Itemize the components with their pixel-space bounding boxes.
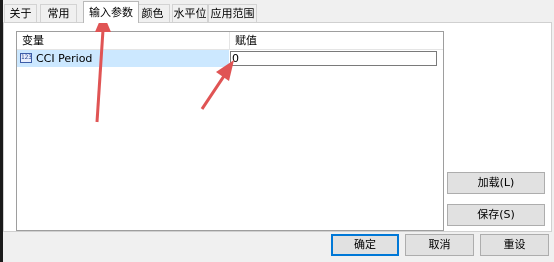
reset-button[interactable]: 重设 bbox=[480, 234, 549, 256]
grid-header: 变量 赋值 bbox=[17, 32, 443, 50]
tab-strip: 关于 常用 输入参数 颜色 水平位 应用范围 bbox=[3, 0, 554, 23]
table-row[interactable]: 123 CCI Period bbox=[17, 50, 443, 67]
tab-visualization[interactable]: 应用范围 bbox=[208, 4, 257, 22]
parameters-grid: 变量 赋值 123 CCI Period bbox=[16, 31, 444, 231]
value-input[interactable] bbox=[230, 51, 437, 66]
ok-button[interactable]: 确定 bbox=[331, 234, 399, 256]
cancel-button[interactable]: 取消 bbox=[405, 234, 474, 256]
tab-inputs[interactable]: 输入参数 bbox=[83, 1, 139, 23]
integer-type-icon: 123 bbox=[20, 53, 32, 63]
tab-colors[interactable]: 颜色 bbox=[135, 4, 170, 22]
tab-common[interactable]: 常用 bbox=[40, 4, 77, 22]
tab-levels[interactable]: 水平位 bbox=[172, 4, 208, 22]
load-button[interactable]: 加载(L) bbox=[447, 172, 545, 194]
column-header-value[interactable]: 赋值 bbox=[230, 32, 443, 49]
variable-name: CCI Period bbox=[36, 52, 93, 65]
variable-cell[interactable]: 123 CCI Period bbox=[17, 50, 229, 67]
column-header-variable[interactable]: 变量 bbox=[17, 32, 229, 49]
save-button[interactable]: 保存(S) bbox=[447, 204, 545, 226]
tab-about[interactable]: 关于 bbox=[4, 4, 37, 22]
